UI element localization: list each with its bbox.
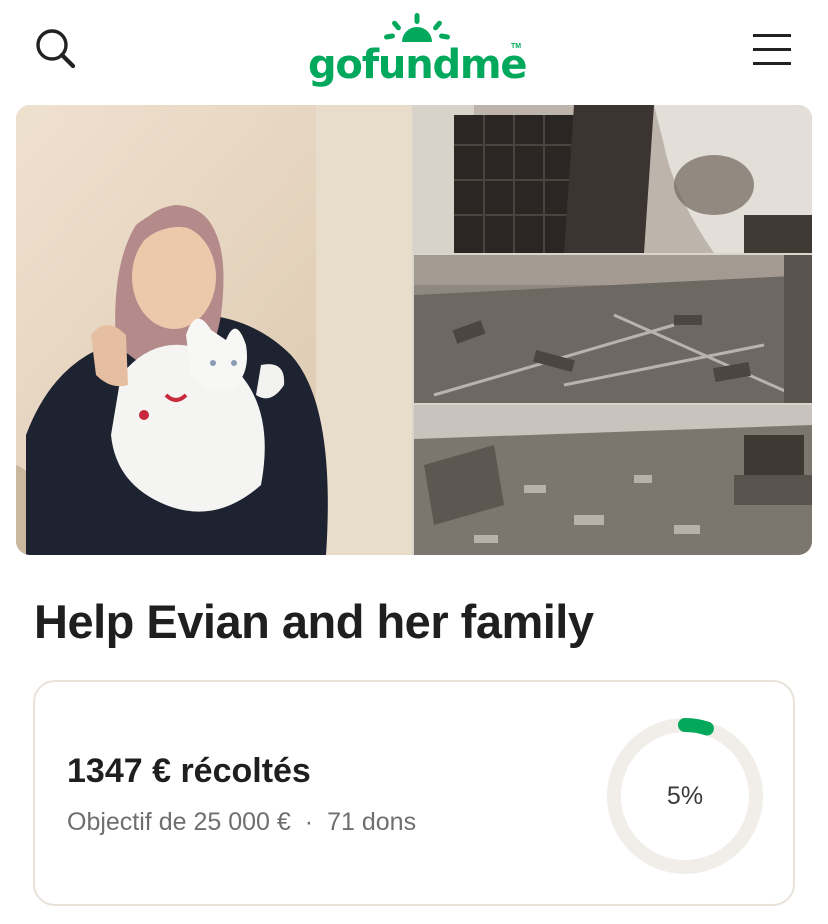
hamburger-menu-icon	[753, 34, 791, 65]
progress-percent: 5%	[666, 782, 704, 810]
search-icon	[36, 29, 76, 69]
portrait-with-cat-image	[16, 105, 412, 555]
trademark-mark: TM	[511, 43, 522, 50]
top-header: gofundme TM	[0, 0, 828, 100]
goal-and-donations: Objectif de 25 000 € · 71 dons	[67, 808, 416, 837]
donation-count: 71 dons	[327, 808, 417, 836]
campaign-image-gallery[interactable]	[16, 105, 812, 555]
menu-button[interactable]	[748, 30, 796, 70]
campaign-title: Help Evian and her family	[34, 595, 594, 648]
amount-raised: 1347 € récoltés	[67, 752, 311, 790]
search-button[interactable]	[30, 26, 82, 72]
burned-room-debris-image	[414, 405, 812, 555]
burned-room-floor-image	[414, 255, 812, 403]
goal-amount: Objectif de 25 000 €	[67, 808, 291, 836]
gofundme-logo[interactable]: gofundme TM	[306, 12, 528, 90]
logo-wordmark: gofundme	[308, 42, 528, 88]
donation-progress-card: 1347 € récoltés Objectif de 25 000 € · 71 …	[33, 680, 795, 906]
meta-separator: ·	[304, 808, 314, 836]
burned-wall-image	[414, 105, 812, 253]
